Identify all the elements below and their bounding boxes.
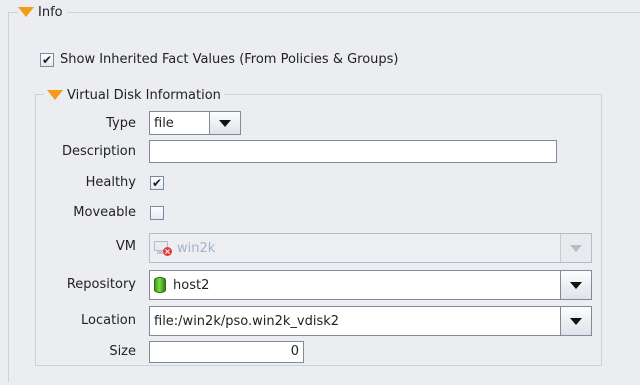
healthy-label: Healthy <box>85 175 136 190</box>
vm-label: VM <box>115 239 136 254</box>
vm-select[interactable]: × win2k <box>149 233 592 263</box>
chevron-down-icon <box>570 317 582 325</box>
info-section-header[interactable]: Info <box>18 3 67 21</box>
vm-value: × win2k <box>150 234 560 262</box>
database-icon <box>154 277 166 293</box>
vm-value-text: win2k <box>177 240 216 256</box>
type-value: file <box>154 115 174 131</box>
vm-error-icon: × <box>154 240 172 256</box>
virtual-disk-section-header[interactable]: Virtual Disk Information <box>44 86 224 104</box>
location-combo[interactable]: file:/win2k/pso.win2k_vdisk2 <box>149 306 592 336</box>
repository-value-text: host2 <box>173 277 210 293</box>
type-select[interactable]: file <box>149 111 241 135</box>
show-inherited-row[interactable]: ✔ Show Inherited Fact Values (From Polic… <box>40 52 399 67</box>
location-dropdown-button[interactable] <box>560 307 591 335</box>
info-section-title: Info <box>38 4 63 20</box>
description-label: Description <box>61 144 136 159</box>
chevron-down-icon <box>570 244 582 252</box>
healthy-checkbox[interactable]: ✔ <box>150 176 164 190</box>
show-inherited-checkbox[interactable]: ✔ <box>40 52 54 67</box>
show-inherited-label: Show Inherited Fact Values (From Policie… <box>60 52 399 67</box>
description-field[interactable] <box>149 140 557 163</box>
moveable-checkbox[interactable] <box>150 206 164 220</box>
location-value[interactable]: file:/win2k/pso.win2k_vdisk2 <box>150 307 560 335</box>
type-dropdown-button[interactable] <box>209 112 240 134</box>
checkmark-icon: ✔ <box>41 52 53 67</box>
repository-label: Repository <box>66 277 136 292</box>
type-label: Type <box>106 116 136 131</box>
vm-dropdown-button[interactable] <box>560 234 591 262</box>
moveable-label: Moveable <box>73 205 136 220</box>
repository-dropdown-button[interactable] <box>560 271 591 299</box>
checkmark-icon: ✔ <box>151 176 163 190</box>
location-label: Location <box>81 313 136 328</box>
size-label: Size <box>109 344 136 359</box>
chevron-down-icon <box>219 119 231 127</box>
collapse-triangle-icon[interactable] <box>18 7 34 17</box>
repository-value: host2 <box>150 271 560 299</box>
repository-select[interactable]: host2 <box>149 270 592 300</box>
chevron-down-icon <box>570 281 582 289</box>
collapse-triangle-icon[interactable] <box>47 90 63 100</box>
size-field[interactable]: 0 <box>149 341 304 363</box>
virtual-disk-section-title: Virtual Disk Information <box>67 87 221 103</box>
